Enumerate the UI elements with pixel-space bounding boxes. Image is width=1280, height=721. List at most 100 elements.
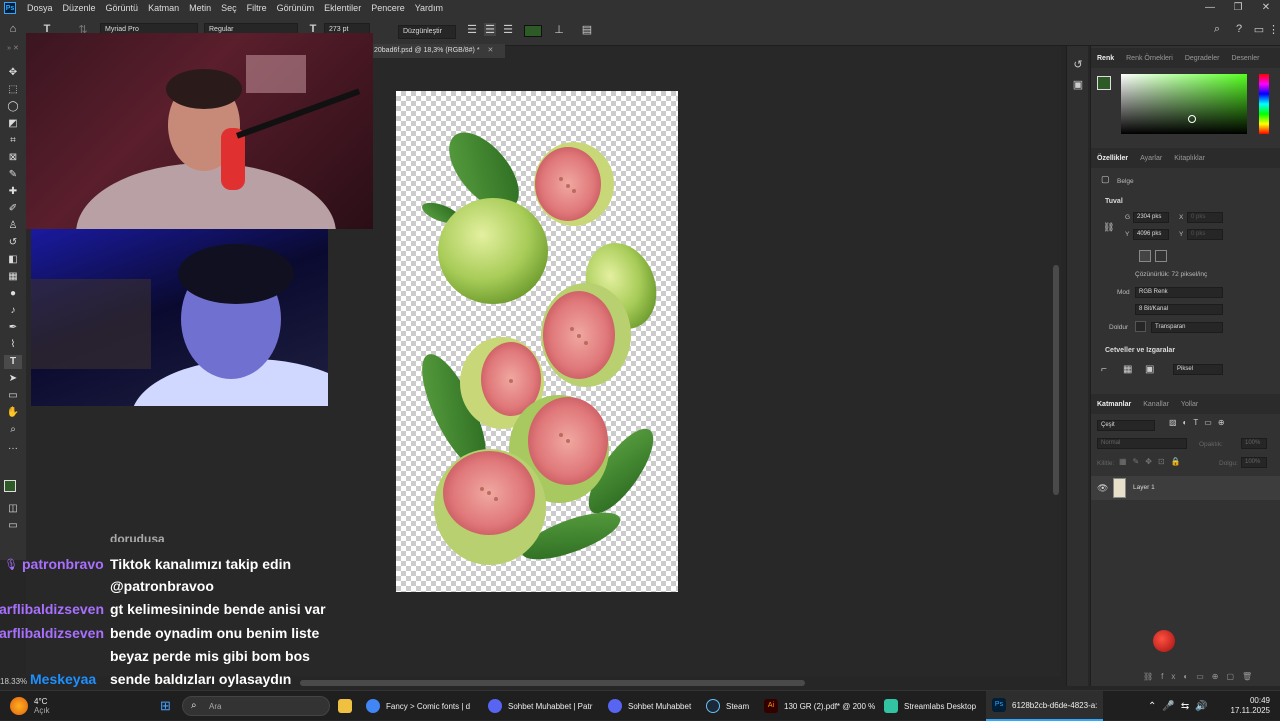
character-panel-icon[interactable]: ▤: [580, 23, 594, 36]
tab-libraries[interactable]: Kitaplıklar: [1168, 155, 1211, 162]
file-explorer-icon[interactable]: [338, 691, 358, 721]
move-tool-icon[interactable]: ✥: [4, 66, 22, 80]
close-icon[interactable]: ✕: [1252, 0, 1280, 16]
warp-text-icon[interactable]: ⊥: [552, 23, 566, 36]
taskbar-app-photoshop[interactable]: Ps 6128b2cb-d6de-4823-a:: [986, 691, 1104, 721]
color-picker-cursor[interactable]: [1188, 115, 1196, 123]
fill-select[interactable]: Transparan: [1151, 322, 1223, 333]
ruler-icon[interactable]: ⌐: [1101, 364, 1107, 375]
align-left-icon[interactable]: ☰: [466, 23, 478, 36]
fill-opacity-input[interactable]: 100%: [1241, 457, 1267, 468]
taskbar-app-discord[interactable]: Sohbet Muhabbet | Patr: [488, 691, 592, 721]
vertical-scrollbar[interactable]: [1053, 265, 1059, 495]
taskbar-app-illustrator[interactable]: Ai 130 GR (2).pdf* @ 200 %: [764, 691, 875, 721]
zoom-status[interactable]: 18.33%: [0, 677, 60, 689]
tab-swatches[interactable]: Renk Örnekleri: [1120, 55, 1179, 62]
restore-icon[interactable]: ❐: [1224, 0, 1252, 16]
menu-select[interactable]: Seç: [216, 3, 242, 13]
tab-layers[interactable]: Katmanlar: [1091, 401, 1137, 408]
minimize-icon[interactable]: —: [1196, 0, 1224, 16]
quick-mask-icon[interactable]: ◫: [4, 502, 22, 516]
taskbar-app-chrome[interactable]: Fancy > Comic fonts | d: [366, 691, 470, 721]
taskbar-search[interactable]: ⌕ Ara: [182, 696, 330, 716]
taskbar-app-discord-2[interactable]: Sohbet Muhabbet: [608, 691, 691, 721]
eyedropper-tool-icon[interactable]: ✎: [4, 168, 22, 182]
fill-swatch[interactable]: [1135, 321, 1146, 332]
canvas-x-input[interactable]: 0 pks: [1187, 212, 1223, 223]
canvas-height-input[interactable]: 4096 pks: [1133, 229, 1169, 240]
pen-tool-icon[interactable]: ✒: [4, 321, 22, 335]
gradient-tool-icon[interactable]: ▦: [4, 270, 22, 284]
hue-slider[interactable]: [1259, 74, 1269, 134]
tab-paths[interactable]: Yollar: [1175, 401, 1204, 408]
color-field[interactable]: [1121, 74, 1247, 134]
layer-action-icons[interactable]: ⛓fx◐▭⊕▢🗑: [1143, 672, 1260, 681]
document-tab[interactable]: 20bad6f.psd @ 18,3% (RGB/8#) * ✕: [370, 44, 505, 58]
collapse-icon[interactable]: » ✕: [4, 42, 22, 56]
brush-tool-icon[interactable]: ✐: [4, 202, 22, 216]
rulers-section-header[interactable]: Cetveller ve Izgaralar: [1105, 347, 1175, 354]
tab-adjustments[interactable]: Ayarlar: [1134, 155, 1168, 162]
canvas-width-input[interactable]: 2304 pks: [1133, 212, 1169, 223]
guides-icon[interactable]: ▣: [1145, 364, 1154, 375]
canvas-section-header[interactable]: Tuval: [1105, 198, 1123, 205]
type-tool-active-icon[interactable]: T: [4, 355, 22, 369]
healing-brush-icon[interactable]: ✚: [4, 185, 22, 199]
link-icon[interactable]: ⛓: [1103, 222, 1114, 233]
foreground-swatch[interactable]: [1097, 76, 1111, 90]
taskbar-clock[interactable]: 00:49 17.11.2025: [1226, 696, 1270, 716]
menu-window[interactable]: Pencere: [366, 3, 410, 13]
anti-alias-select[interactable]: Düzgünleştir: [398, 25, 456, 39]
menu-type[interactable]: Metin: [184, 3, 216, 13]
menu-view[interactable]: Görünüm: [272, 3, 320, 13]
blend-mode-select[interactable]: Normal: [1097, 438, 1187, 449]
opacity-input[interactable]: 100%: [1241, 438, 1267, 449]
menu-filter[interactable]: Filtre: [242, 3, 272, 13]
menu-layer[interactable]: Katman: [143, 3, 184, 13]
rectangle-tool-icon[interactable]: ▭: [4, 389, 22, 403]
share-icon[interactable]: ⋮: [1268, 23, 1279, 36]
marquee-tool-icon[interactable]: ⬚: [4, 83, 22, 97]
grid-icon[interactable]: ▦: [1123, 364, 1132, 375]
visibility-eye-icon[interactable]: 👁: [1097, 483, 1108, 494]
taskbar-app-streamlabs[interactable]: Streamlabs Desktop: [884, 691, 976, 721]
history-icon[interactable]: ↺: [1071, 58, 1085, 71]
hand-tool-icon[interactable]: ✋: [4, 406, 22, 420]
canvas-y-input[interactable]: 0 pks: [1187, 229, 1223, 240]
workspace-icon[interactable]: ▭: [1252, 23, 1266, 36]
comments-icon[interactable]: ▣: [1071, 78, 1085, 91]
pen-tool-2-icon[interactable]: ⌇: [4, 338, 22, 352]
landscape-icon[interactable]: [1155, 250, 1167, 262]
windows-start-icon[interactable]: ⊞: [160, 691, 171, 721]
align-right-icon[interactable]: ☰: [502, 23, 514, 36]
more-tools-icon[interactable]: ···: [4, 442, 22, 456]
help-icon[interactable]: ?: [1232, 23, 1246, 35]
layer-filter-select[interactable]: Çeşit: [1097, 420, 1155, 431]
layer-name[interactable]: Layer 1: [1133, 484, 1155, 491]
taskbar-app-steam[interactable]: Steam: [706, 691, 749, 721]
search-icon[interactable]: ⌕: [1210, 23, 1224, 36]
layer-filter-icons[interactable]: ▨◐T▭⊕: [1169, 418, 1231, 427]
dodge-tool-icon[interactable]: ♪: [4, 304, 22, 318]
text-color-swatch[interactable]: [524, 25, 542, 37]
eraser-tool-icon[interactable]: ◧: [4, 253, 22, 267]
object-select-tool-icon[interactable]: ◩: [4, 117, 22, 131]
clone-stamp-icon[interactable]: ♙: [4, 219, 22, 233]
lasso-tool-icon[interactable]: ◯: [4, 100, 22, 114]
frame-tool-icon[interactable]: ⊠: [4, 151, 22, 165]
path-select-icon[interactable]: ➤: [4, 372, 22, 386]
tab-gradients[interactable]: Degradeler: [1179, 55, 1226, 62]
align-center-icon[interactable]: ☰: [484, 23, 496, 36]
portrait-icon[interactable]: [1139, 250, 1151, 262]
menu-file[interactable]: Dosya: [22, 3, 58, 13]
tab-properties[interactable]: Özellikler: [1091, 155, 1134, 162]
tab-color[interactable]: Renk: [1091, 55, 1120, 62]
blur-tool-icon[interactable]: ●: [4, 287, 22, 301]
lock-icons[interactable]: ▦✎✥⊡🔒: [1119, 457, 1187, 466]
close-tab-icon[interactable]: ✕: [488, 47, 494, 54]
menu-image[interactable]: Görüntü: [101, 3, 144, 13]
foreground-color-swatch[interactable]: [4, 480, 16, 492]
crop-tool-icon[interactable]: ⌗: [4, 134, 22, 148]
weather-widget[interactable]: 4°C Açık: [10, 691, 50, 721]
photoshop-logo[interactable]: Ps: [4, 2, 16, 14]
